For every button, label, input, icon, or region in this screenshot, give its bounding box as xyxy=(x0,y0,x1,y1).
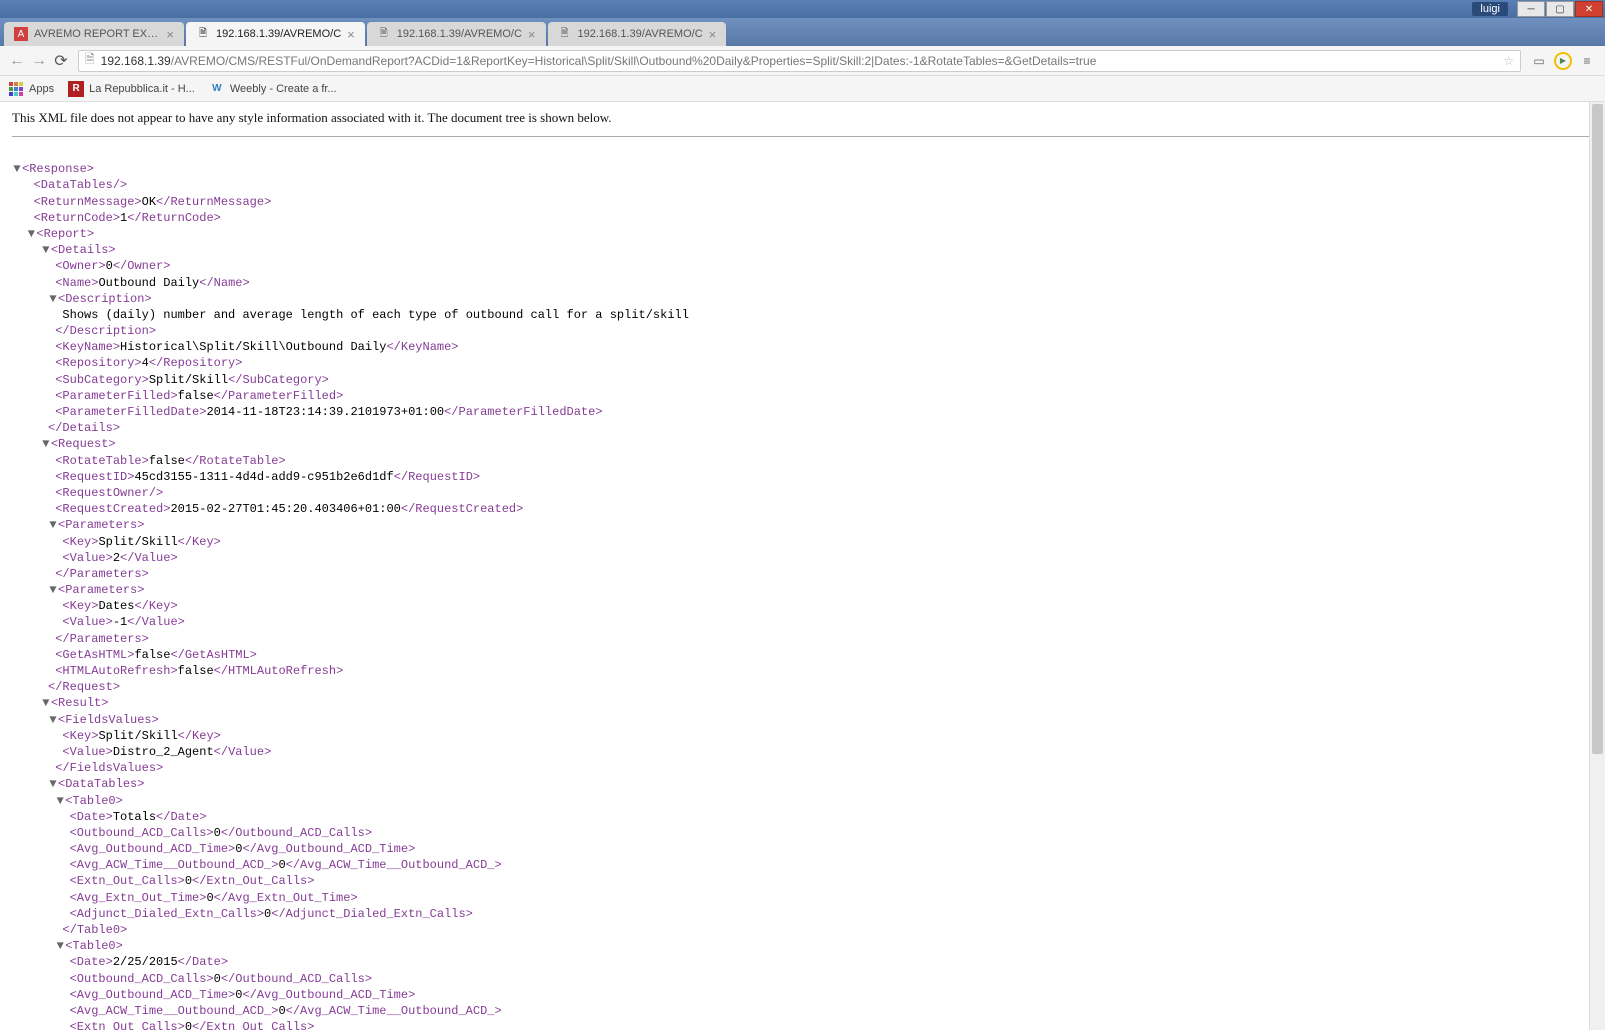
forward-button[interactable]: → xyxy=(28,50,50,72)
url-text: 192.168.1.39/AVREMO/CMS/RESTFul/OnDemand… xyxy=(101,54,1498,68)
tab-close-icon[interactable]: × xyxy=(347,27,355,42)
window-maximize-button[interactable]: ▢ xyxy=(1546,1,1574,17)
tab-title: 192.168.1.39/AVREMO/C xyxy=(578,28,703,40)
xml-value: 0 xyxy=(214,972,221,986)
page-content: This XML file does not appear to have an… xyxy=(0,102,1605,1030)
toggle-icon[interactable]: ▼ xyxy=(48,776,58,792)
bookmarks-bar: Apps R La Repubblica.it - H... W Weebly … xyxy=(0,76,1605,102)
toggle-icon[interactable]: ▼ xyxy=(41,695,51,711)
xml-value: Outbound Daily xyxy=(98,276,199,290)
back-button[interactable]: ← xyxy=(6,50,28,72)
page-icon: 🗎 xyxy=(85,50,95,71)
xml-value: OK xyxy=(142,195,156,209)
xml-value: 2014-11-18T23:14:39.2101973+01:00 xyxy=(206,405,444,419)
window-close-button[interactable]: ✕ xyxy=(1575,1,1603,17)
apps-button[interactable]: Apps xyxy=(8,81,54,97)
tab-avremo-report[interactable]: A AVREMO REPORT EXPLO × xyxy=(4,22,184,46)
xml-notice: This XML file does not appear to have an… xyxy=(12,110,1593,137)
toggle-icon[interactable]: ▼ xyxy=(12,161,22,177)
repubblica-icon: R xyxy=(68,81,84,97)
xml-value: 0 xyxy=(185,1020,192,1030)
page-icon: 🗎 xyxy=(377,27,391,41)
tab-title: 192.168.1.39/AVREMO/C xyxy=(216,28,341,40)
xml-value: -1 xyxy=(113,615,127,629)
toggle-icon[interactable]: ▼ xyxy=(48,712,58,728)
xml-value: 0 xyxy=(214,826,221,840)
xml-value: false xyxy=(178,664,214,678)
xml-tree: ▼<Response> <DataTables/> <ReturnMessage… xyxy=(12,145,1593,1030)
window-title-bar: luigi ─ ▢ ✕ xyxy=(0,0,1605,18)
xml-value: 0 xyxy=(185,874,192,888)
xml-value: 2/25/2015 xyxy=(113,955,178,969)
toggle-icon[interactable]: ▼ xyxy=(55,793,65,809)
browser-toolbar: ← → ⟳ 🗎 192.168.1.39/AVREMO/CMS/RESTFul/… xyxy=(0,46,1605,76)
xml-value: 0 xyxy=(206,891,213,905)
toggle-icon[interactable]: ▼ xyxy=(48,582,58,598)
xml-value: false xyxy=(178,389,214,403)
xml-value: Split/Skill xyxy=(98,535,177,549)
xml-value: Historical\Split/Skill\Outbound Daily xyxy=(120,340,386,354)
toggle-icon[interactable]: ▼ xyxy=(48,517,58,533)
vertical-scrollbar[interactable] xyxy=(1589,102,1605,1030)
play-extension-icon[interactable]: ▶ xyxy=(1551,49,1575,73)
apps-grid-icon xyxy=(8,81,24,97)
toggle-icon[interactable]: ▼ xyxy=(55,938,65,954)
xml-value: 4 xyxy=(142,356,149,370)
toggle-icon[interactable]: ▼ xyxy=(48,291,58,307)
tab-close-icon[interactable]: × xyxy=(528,27,536,42)
tab-strip: A AVREMO REPORT EXPLO × 🗎 192.168.1.39/A… xyxy=(0,18,1605,46)
tab-title: 192.168.1.39/AVREMO/C xyxy=(397,28,522,40)
tab-close-icon[interactable]: × xyxy=(709,27,717,42)
weebly-icon: W xyxy=(209,81,225,97)
favicon-a-icon: A xyxy=(14,27,28,41)
bookmark-label: Apps xyxy=(29,83,54,95)
xml-value: Shows (daily) number and average length … xyxy=(62,308,689,322)
xml-value: 0 xyxy=(106,259,113,273)
xml-value: 2 xyxy=(113,551,120,565)
bookmark-label: La Repubblica.it - H... xyxy=(89,83,195,95)
page-icon: 🗎 xyxy=(558,27,572,41)
url-host: 192.168.1.39 xyxy=(101,54,171,68)
xml-value: 0 xyxy=(278,1004,285,1018)
menu-icon[interactable]: ≡ xyxy=(1575,49,1599,73)
tab-avremo-cms-active[interactable]: 🗎 192.168.1.39/AVREMO/C × xyxy=(186,22,365,46)
bookmark-weebly[interactable]: W Weebly - Create a fr... xyxy=(209,81,337,97)
xml-value: Distro_2_Agent xyxy=(113,745,214,759)
xml-value: 0 xyxy=(278,858,285,872)
bookmark-label: Weebly - Create a fr... xyxy=(230,83,337,95)
scrollbar-thumb[interactable] xyxy=(1592,104,1603,754)
xml-value: false xyxy=(149,454,185,468)
xml-value: false xyxy=(134,648,170,662)
device-icon[interactable]: ▭ xyxy=(1527,49,1551,73)
xml-value: 2015-02-27T01:45:20.403406+01:00 xyxy=(170,502,400,516)
toggle-icon[interactable]: ▼ xyxy=(26,226,36,242)
tab-avremo-cms-3[interactable]: 🗎 192.168.1.39/AVREMO/C × xyxy=(548,22,727,46)
tab-avremo-cms-2[interactable]: 🗎 192.168.1.39/AVREMO/C × xyxy=(367,22,546,46)
bookmark-star-icon[interactable]: ☆ xyxy=(1503,54,1514,68)
url-path: /AVREMO/CMS/RESTFul/OnDemandReport?ACDid… xyxy=(171,54,1097,68)
page-icon: 🗎 xyxy=(196,27,210,41)
address-bar[interactable]: 🗎 192.168.1.39/AVREMO/CMS/RESTFul/OnDema… xyxy=(78,50,1521,72)
window-minimize-button[interactable]: ─ xyxy=(1517,1,1545,17)
user-badge[interactable]: luigi xyxy=(1472,2,1508,16)
toggle-icon[interactable]: ▼ xyxy=(41,242,51,258)
tab-close-icon[interactable]: × xyxy=(166,27,174,42)
xml-value: Dates xyxy=(98,599,134,613)
xml-value: Split/Skill xyxy=(149,373,228,387)
xml-value: Totals xyxy=(113,810,156,824)
reload-button[interactable]: ⟳ xyxy=(50,50,72,72)
bookmark-repubblica[interactable]: R La Repubblica.it - H... xyxy=(68,81,195,97)
toggle-icon[interactable]: ▼ xyxy=(41,436,51,452)
tab-title: AVREMO REPORT EXPLO xyxy=(34,28,160,40)
xml-value: Split/Skill xyxy=(98,729,177,743)
xml-value: 45cd3155-1311-4d4d-add9-c951b2e6d1df xyxy=(134,470,393,484)
